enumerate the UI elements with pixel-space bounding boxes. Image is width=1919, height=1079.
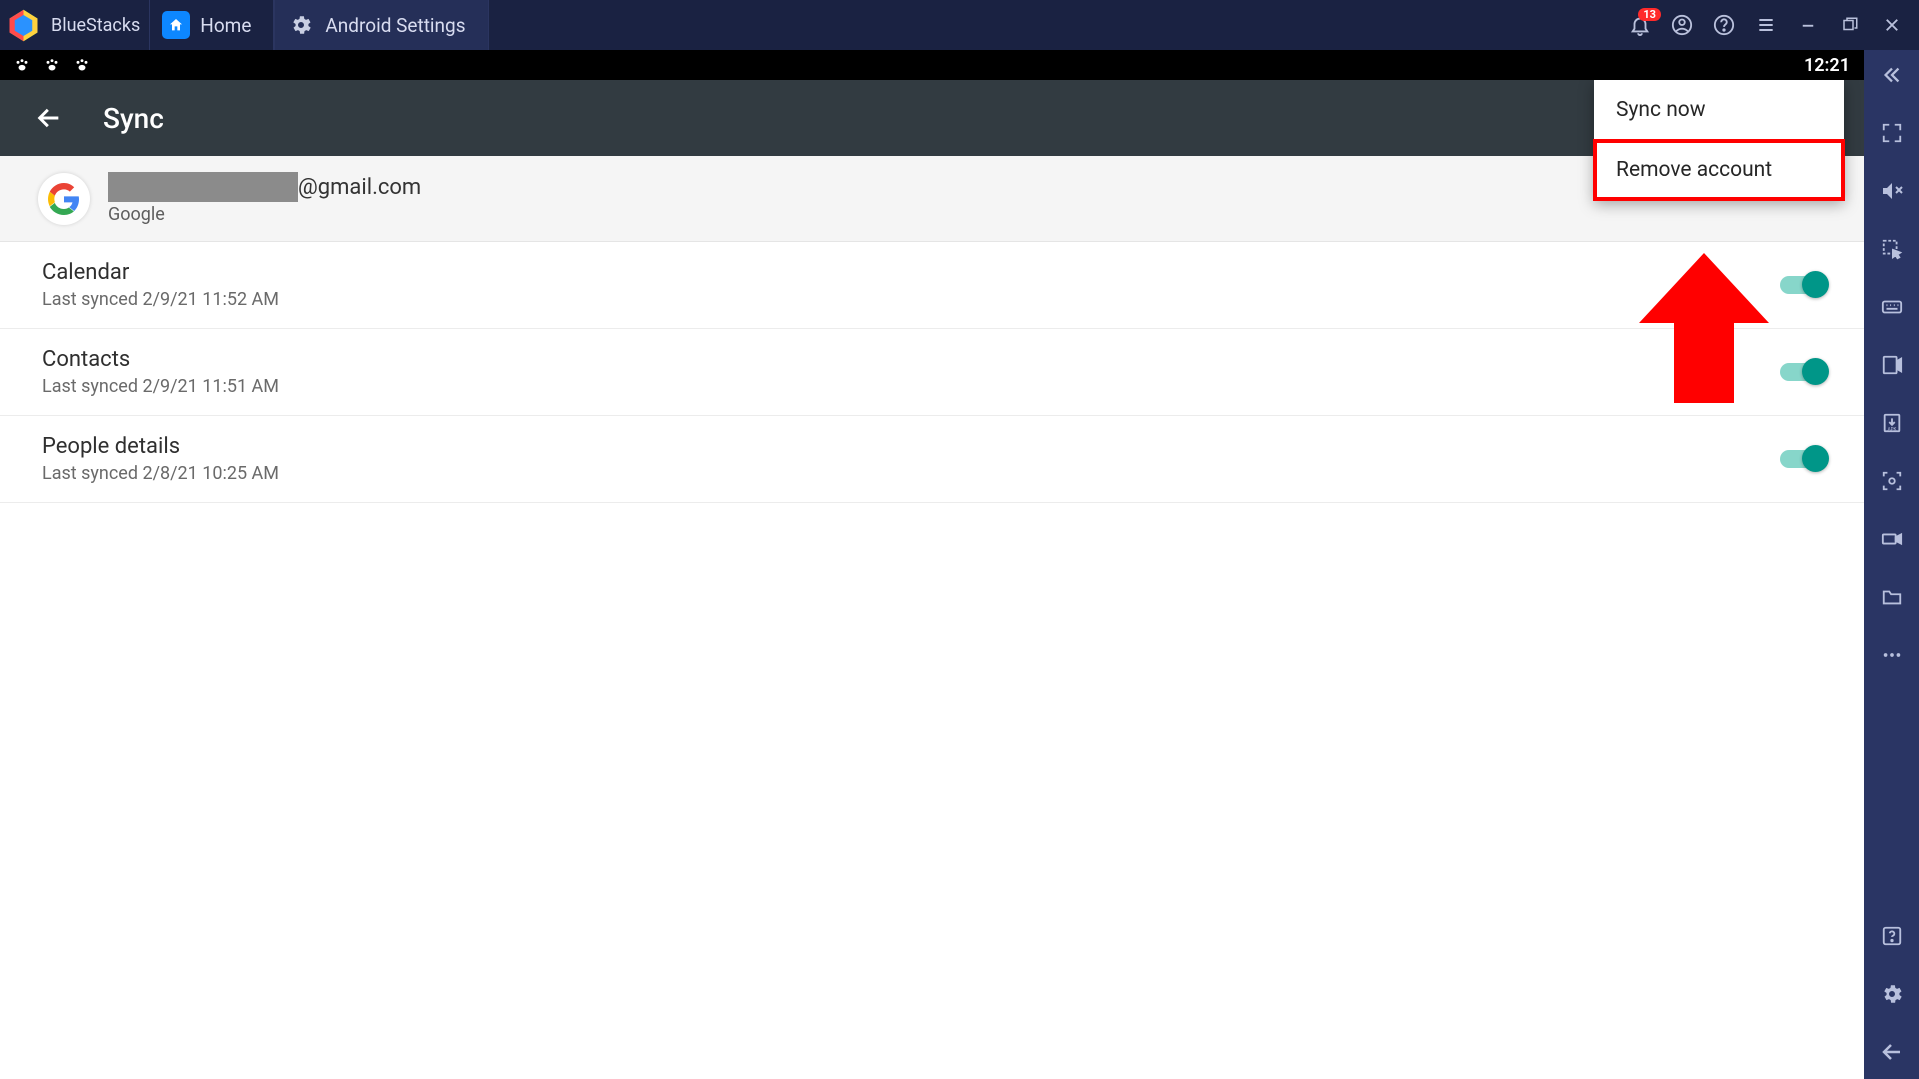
bluestacks-titlebar: BlueStacks Home Android Settings 13 xyxy=(0,0,1919,50)
sync-item-calendar[interactable]: Calendar Last synced 2/9/21 11:52 AM xyxy=(0,242,1864,329)
folder-button[interactable] xyxy=(1879,584,1905,610)
settings-gear-button[interactable] xyxy=(1879,981,1905,1007)
bluestacks-logo-icon xyxy=(6,8,41,43)
help-button[interactable] xyxy=(1713,14,1735,36)
close-button[interactable] xyxy=(1881,14,1903,36)
sync-sub: Last synced 2/9/21 11:52 AM xyxy=(42,289,1780,310)
home-icon xyxy=(162,11,190,39)
sync-sub: Last synced 2/8/21 10:25 AM xyxy=(42,463,1780,484)
sync-title: Contacts xyxy=(42,347,1780,372)
tab-home[interactable]: Home xyxy=(149,0,274,50)
keyboard-button[interactable] xyxy=(1879,294,1905,320)
volume-mute-button[interactable] xyxy=(1879,178,1905,204)
paw-icon xyxy=(44,57,60,73)
android-screen: 12:21 Sync @gmail.com Google xyxy=(0,50,1864,1079)
sync-item-contacts[interactable]: Contacts Last synced 2/9/21 11:51 AM xyxy=(0,329,1864,416)
sync-item-people-details[interactable]: People details Last synced 2/8/21 10:25 … xyxy=(0,416,1864,503)
more-button[interactable] xyxy=(1879,642,1905,668)
tab-label: Home xyxy=(200,14,251,37)
account-email: @gmail.com xyxy=(108,172,421,202)
paw-icon xyxy=(74,57,90,73)
toggle-people-details[interactable] xyxy=(1780,450,1824,468)
capture-button[interactable] xyxy=(1879,468,1905,494)
maximize-button[interactable] xyxy=(1839,14,1861,36)
tab-android-settings[interactable]: Android Settings xyxy=(274,0,488,50)
settings-icon xyxy=(287,11,315,39)
android-statusbar: 12:21 xyxy=(0,50,1864,80)
tab-label: Android Settings xyxy=(325,14,465,37)
annotation-arrow-icon xyxy=(1639,253,1769,403)
record-button[interactable] xyxy=(1879,526,1905,552)
overflow-menu: Sync now Remove account xyxy=(1594,80,1844,200)
menu-button[interactable] xyxy=(1755,14,1777,36)
bluestacks-sidebar: APK xyxy=(1864,50,1919,1079)
back-button[interactable] xyxy=(35,104,63,132)
sync-sub: Last synced 2/9/21 11:51 AM xyxy=(42,376,1780,397)
account-header[interactable]: @gmail.com Google xyxy=(0,156,1864,242)
notifications-button[interactable]: 13 xyxy=(1629,14,1651,36)
menu-remove-account[interactable]: Remove account xyxy=(1594,140,1844,200)
app-name: BlueStacks xyxy=(51,15,140,36)
cursor-selection-button[interactable] xyxy=(1879,236,1905,262)
redacted-email-prefix xyxy=(108,172,298,202)
media-button[interactable] xyxy=(1879,352,1905,378)
account-provider: Google xyxy=(108,204,421,225)
page-title: Sync xyxy=(103,102,164,135)
collapse-sidebar-button[interactable] xyxy=(1879,62,1905,88)
minimize-button[interactable] xyxy=(1797,14,1819,36)
appbar: Sync xyxy=(0,80,1864,156)
google-logo-icon xyxy=(38,173,90,225)
fullscreen-button[interactable] xyxy=(1879,120,1905,146)
sync-title: People details xyxy=(42,434,1780,459)
help-square-button[interactable] xyxy=(1879,923,1905,949)
notification-badge: 13 xyxy=(1638,8,1661,21)
toggle-calendar[interactable] xyxy=(1780,276,1824,294)
menu-sync-now[interactable]: Sync now xyxy=(1594,80,1844,140)
svg-text:APK: APK xyxy=(1887,426,1896,432)
status-clock: 12:21 xyxy=(1804,55,1850,76)
toggle-contacts[interactable] xyxy=(1780,363,1824,381)
account-button[interactable] xyxy=(1671,14,1693,36)
paw-icon xyxy=(14,57,30,73)
sync-title: Calendar xyxy=(42,260,1780,285)
back-side-button[interactable] xyxy=(1879,1039,1905,1065)
install-apk-button[interactable]: APK xyxy=(1879,410,1905,436)
